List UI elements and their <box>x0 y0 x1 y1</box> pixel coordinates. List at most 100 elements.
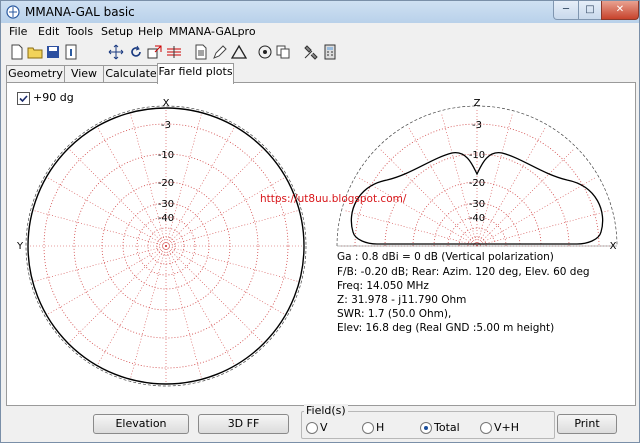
close-button[interactable]: ✕ <box>601 1 639 20</box>
left-grid-spoke <box>69 245 167 343</box>
info-icon[interactable] <box>63 44 79 60</box>
radio-v[interactable] <box>306 422 318 434</box>
right-plot-top-label: Z <box>474 98 481 109</box>
impedance-info: Z: 31.978 - j11.790 Ohm <box>337 294 467 306</box>
radio-v-plus-h[interactable] <box>480 422 492 434</box>
left-ring-label: -30 <box>158 199 174 210</box>
blog-url: https://ut8uu.blogspot.com/ <box>260 193 407 205</box>
tab-strip: Geometry View Calculate Far field plots <box>1 63 639 84</box>
freq-info: Freq: 14.050 MHz <box>337 280 429 292</box>
left-plot-grid: -3 -10 -20 -30 -40 <box>25 105 307 387</box>
left-grid-spoke <box>165 245 284 315</box>
left-plot-top-label: X <box>163 98 170 109</box>
tab-calculate[interactable]: Calculate <box>103 65 159 83</box>
right-grid-spoke <box>408 128 478 247</box>
tab-far-field-plots[interactable]: Far field plots <box>157 63 234 84</box>
triangle-icon[interactable] <box>231 44 247 60</box>
radio-h[interactable] <box>362 422 374 434</box>
right-grid-spoke <box>476 210 609 247</box>
left-ring-label: -10 <box>158 150 174 161</box>
save-icon[interactable] <box>45 44 61 60</box>
left-grid-spoke <box>165 210 298 247</box>
title-bar[interactable]: MMANA-GAL basic ─ □ ✕ <box>1 1 639 23</box>
menu-mmana-galpro[interactable]: MMANA-GALpro <box>169 25 256 38</box>
open-folder-icon[interactable] <box>27 44 43 60</box>
far-field-panel: -3 -10 -20 -30 -40 X Y -3 -10 -20 -30 -40 Z X +9… <box>6 82 636 406</box>
left-grid-spoke <box>48 177 167 247</box>
right-plot-side-label: X <box>610 241 617 252</box>
elevation-info: Elev: 16.8 deg (Real GND :5.00 m height) <box>337 322 555 334</box>
menu-file[interactable]: File <box>9 25 27 38</box>
fields-group: Field(s) V H Total V+H <box>301 404 555 439</box>
left-grid-spoke <box>69 149 167 247</box>
left-ring-label: -20 <box>158 178 174 189</box>
right-ring-label: -30 <box>469 199 485 210</box>
left-grid-spoke <box>165 128 235 247</box>
radio-v-label: V <box>320 421 328 434</box>
gain-info: Ga : 0.8 dBi = 0 dB (Vertical polarizati… <box>337 251 554 263</box>
menu-tools[interactable]: Tools <box>66 25 93 38</box>
left-grid-spoke <box>165 245 202 378</box>
menu-help[interactable]: Help <box>138 25 163 38</box>
radio-total[interactable] <box>420 422 432 434</box>
3d-ff-button[interactable]: 3D FF <box>198 414 289 434</box>
radio-v-plus-h-label: V+H <box>494 421 520 434</box>
right-grid-spoke <box>359 177 478 247</box>
right-grid-spoke <box>476 149 574 247</box>
document-icon[interactable] <box>193 44 209 60</box>
menu-edit[interactable]: Edit <box>38 25 59 38</box>
copy-icon[interactable] <box>275 44 291 60</box>
right-grid-spoke <box>345 210 478 247</box>
left-plot-side-label: Y <box>16 241 24 252</box>
move-icon[interactable] <box>108 44 124 60</box>
right-ring-label: -20 <box>469 178 485 189</box>
right-grid-spoke <box>476 128 546 247</box>
checkmark-icon <box>19 95 28 103</box>
edit-icon[interactable] <box>212 44 228 60</box>
right-ring-label: -40 <box>469 213 485 224</box>
left-grid-spoke <box>165 245 263 343</box>
radio-h-label: H <box>376 421 385 434</box>
menu-setup[interactable]: Setup <box>101 25 133 38</box>
target-icon[interactable] <box>257 44 273 60</box>
calculator-icon[interactable] <box>322 44 338 60</box>
left-ring-label: -40 <box>158 213 174 224</box>
swr-info: SWR: 1.7 (50.0 Ohm), <box>337 308 452 320</box>
right-grid-spoke <box>476 177 595 247</box>
plus90-label: +90 dg <box>33 91 74 104</box>
left-grid-spoke <box>97 128 167 247</box>
main-window: MMANA-GAL basic ─ □ ✕ File Edit Tools Se… <box>0 0 640 443</box>
fields-legend: Field(s) <box>304 404 348 417</box>
print-button[interactable]: Print <box>557 414 617 434</box>
new-file-icon[interactable] <box>9 44 25 60</box>
far-field-plots: -3 -10 -20 -30 -40 X Y -3 -10 -20 -30 -40 Z X <box>16 98 618 387</box>
minimize-button[interactable]: ─ <box>553 1 579 20</box>
left-ring-label: -3 <box>161 120 171 131</box>
left-grid-spoke <box>34 245 167 282</box>
tools-icon[interactable] <box>303 44 319 60</box>
radio-total-label: Total <box>434 421 460 434</box>
elevation-button[interactable]: Elevation <box>93 414 189 434</box>
fb-info: F/B: -0.20 dB; Rear: Azim. 120 deg, Elev… <box>337 266 590 278</box>
bottom-bar: Elevation 3D FF Field(s) V H Total V+H P… <box>1 404 639 442</box>
plus90-checkbox[interactable] <box>17 92 30 105</box>
rotate-icon[interactable] <box>128 44 144 60</box>
left-grid-spoke <box>165 245 235 364</box>
right-ring-label: -3 <box>472 120 482 131</box>
left-grid-spoke <box>48 245 167 315</box>
left-grid-spoke <box>165 177 284 247</box>
maximize-button[interactable]: □ <box>578 1 602 20</box>
left-grid-spoke <box>97 245 167 364</box>
menu-bar: File Edit Tools Setup Help MMANA-GALpro <box>1 23 639 41</box>
window-title: MMANA-GAL basic <box>25 5 135 19</box>
left-grid-spoke <box>165 149 263 247</box>
tab-view[interactable]: View <box>64 65 104 83</box>
right-ring-label: -10 <box>469 150 485 161</box>
left-grid-spoke <box>165 245 298 282</box>
zoom-icon[interactable] <box>147 44 163 60</box>
toolbar <box>1 41 639 63</box>
tab-geometry[interactable]: Geometry <box>6 65 65 83</box>
right-plot-grid: -3 -10 -20 -30 -40 <box>336 105 618 247</box>
wires-icon[interactable] <box>166 44 182 60</box>
app-icon <box>6 5 20 19</box>
